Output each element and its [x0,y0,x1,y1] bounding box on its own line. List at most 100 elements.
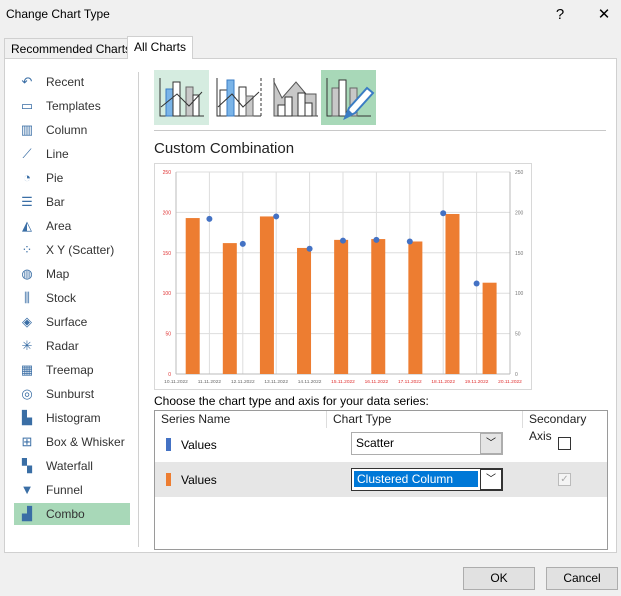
series-name: Values [181,473,217,487]
sidebar-item-box-whisker[interactable]: ⊞ Box & Whisker [14,431,130,453]
sidebar-item-label: Templates [46,99,101,113]
scatter-point [306,245,313,252]
bar [334,239,349,374]
sidebar-item-bar[interactable]: ☰ Bar [14,191,130,213]
sidebar-item-label: Combo [46,507,85,521]
close-button[interactable]: ✕ [590,3,618,27]
bar [445,214,460,374]
scatter-point [340,237,346,244]
sidebar-item-surface[interactable]: ◈ Surface [14,311,130,333]
clustered-column-line-icon[interactable] [154,70,209,125]
sidebar-item-treemap[interactable]: ▦ Treemap [14,359,130,381]
chart-category-icon: ▙ [22,410,32,425]
sidebar-item-x-y-scatter[interactable]: ⁘ X Y (Scatter) [14,239,130,261]
y2-tick-label: 0 [515,372,518,378]
sidebar-item-label: Histogram [46,411,101,425]
sidebar-item-map[interactable]: ◍ Map [14,263,130,285]
col-chart-type: Chart Type [327,411,523,428]
x-tick-label: 13.11.2022 [264,379,288,385]
scatter-point [273,213,280,220]
sidebar-item-templates[interactable]: ▭ Templates [14,95,130,117]
y2-tick-label: 250 [515,170,524,176]
y-tick-label: 250 [163,170,172,176]
bar [408,241,423,374]
secondary-axis-checkbox[interactable] [558,437,571,450]
scatter-point [440,210,447,217]
y-tick-label: 0 [168,372,171,378]
stacked-area-clustered-column-icon[interactable] [268,70,323,125]
chart-category-icon: ⟋ [22,146,32,161]
chart-preview: 0 0 50 50 100 100 150 150 200 200 250 250 10.11.2022… [154,163,532,390]
sidebar-item-combo[interactable]: ▟ Combo [14,503,130,525]
sidebar-item-stock[interactable]: ⫼ Stock [14,287,130,309]
series-row: Values Clustered Column ﹀ ✓ [155,462,607,497]
sidebar-item-label: Map [46,267,70,281]
bar [371,239,386,374]
bar [259,216,274,374]
chart-category-icon: ✳ [21,338,33,353]
chart-category-icon: ◎ [21,386,33,401]
x-tick-label: 14.11.2022 [298,379,322,385]
sidebar-item-waterfall[interactable]: ▚ Waterfall [14,455,130,477]
sidebar-item-label: Box & Whisker [46,435,125,449]
sidebar-item-label: Sunburst [46,387,95,401]
sidebar-item-area[interactable]: ◭ Area [14,215,130,237]
divider [138,72,139,547]
sidebar-item-recent[interactable]: ↶ Recent [14,71,130,93]
ok-button[interactable]: OK [463,567,535,590]
chart-category-icon: ⁘ [21,242,33,257]
help-button[interactable]: ? [546,3,574,27]
sidebar-item-radar[interactable]: ✳ Radar [14,335,130,357]
series-color-swatch [166,438,171,451]
chevron-down-icon[interactable]: ﹀ [480,469,502,490]
series-row: Values Scatter ﹀ [155,428,607,461]
sidebar-item-pie[interactable]: ◔ Pie [14,167,130,189]
custom-combination-icon[interactable] [321,70,376,125]
bar [297,247,312,374]
y-tick-label: 200 [163,210,172,216]
series-table: Series Name Chart Type Secondary Axis Va… [154,410,608,550]
sidebar-item-histogram[interactable]: ▙ Histogram [14,407,130,429]
sidebar-item-label: Line [46,147,69,161]
sidebar-item-label: X Y (Scatter) [46,243,115,257]
chart-category-icon: ◭ [22,218,32,233]
sidebar-item-line[interactable]: ⟋ Line [14,143,130,165]
tab-all-charts[interactable]: All Charts [127,36,194,59]
sidebar-item-label: Stock [46,291,77,305]
chart-category-icon: ↶ [21,74,33,89]
bar [482,282,497,374]
sidebar-item-sunburst[interactable]: ◎ Sunburst [14,383,130,405]
sidebar-item-label: Area [46,219,72,233]
sidebar-item-label: Waterfall [46,459,93,473]
dialog-title: Change Chart Type [6,7,110,21]
x-tick-label: 20.11.2022 [498,379,522,385]
series-color-swatch [166,473,171,486]
bar [185,218,200,374]
chevron-down-icon[interactable]: ﹀ [480,433,502,454]
sidebar-item-label: Radar [46,339,79,353]
y-tick-label: 50 [165,332,171,338]
bar [222,243,237,374]
secondary-axis-checkbox: ✓ [558,473,571,486]
chart-category-icon: ◔ [23,170,31,185]
cancel-button[interactable]: Cancel [546,567,618,590]
tab-recommended-charts[interactable]: Recommended Charts [4,38,139,59]
x-tick-label: 19.11.2022 [465,379,489,385]
x-tick-label: 12.11.2022 [231,379,255,385]
sidebar-item-column[interactable]: ▥ Column [14,119,130,141]
series-name: Values [181,438,217,452]
x-tick-label: 11.11.2022 [198,379,222,385]
chart-category-icon: ▟ [22,506,32,521]
clustered-column-line-secondary-axis-icon[interactable] [211,70,266,125]
sidebar-item-label: Bar [46,195,65,209]
col-secondary-axis: Secondary Axis [529,412,587,443]
sidebar-item-label: Recent [46,75,85,89]
sidebar-item-funnel[interactable]: ▼ Funnel [14,479,130,501]
sidebar-item-label: Column [46,123,88,137]
y2-tick-label: 50 [515,332,521,338]
chart-type-title: Custom Combination [154,140,295,157]
scatter-point [239,240,246,247]
sidebar-item-label: Treemap [46,363,94,377]
chart-type-value: Clustered Column [354,471,478,487]
chart-category-icon: ☰ [21,194,33,209]
